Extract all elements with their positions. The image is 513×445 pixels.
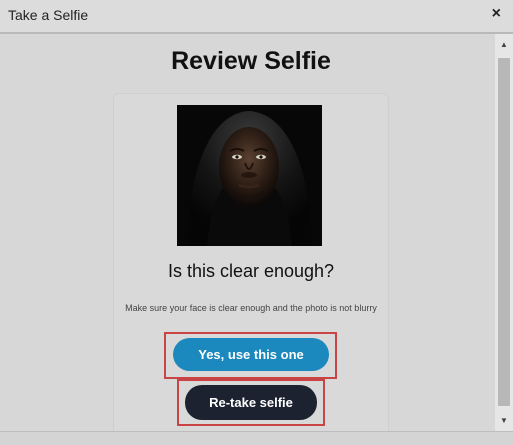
dialog-title: Take a Selfie bbox=[8, 7, 89, 23]
page-title: Review Selfie bbox=[171, 47, 331, 75]
dialog-titlebar: Take a Selfie × bbox=[0, 0, 513, 34]
confirm-selfie-button[interactable]: Yes, use this one bbox=[173, 338, 329, 371]
clarity-hint: Make sure your face is clear enough and … bbox=[125, 303, 377, 313]
selfie-dialog: Take a Selfie × Review Selfie Is this cl… bbox=[0, 0, 513, 445]
scrollbar-thumb[interactable] bbox=[498, 58, 510, 406]
scroll-down-icon[interactable]: ▼ bbox=[495, 414, 513, 428]
vertical-scrollbar[interactable]: ▲ ▼ bbox=[495, 34, 513, 431]
selfie-image bbox=[177, 105, 322, 246]
selfie-photo bbox=[177, 105, 322, 246]
scroll-up-icon[interactable]: ▲ bbox=[495, 38, 513, 52]
retake-selfie-button[interactable]: Re-take selfie bbox=[185, 385, 317, 420]
clarity-question: Is this clear enough? bbox=[167, 261, 335, 281]
close-icon[interactable]: × bbox=[492, 5, 501, 23]
dialog-footer bbox=[0, 431, 513, 445]
dialog-content: Review Selfie Is this clear enough? Make… bbox=[0, 34, 495, 431]
